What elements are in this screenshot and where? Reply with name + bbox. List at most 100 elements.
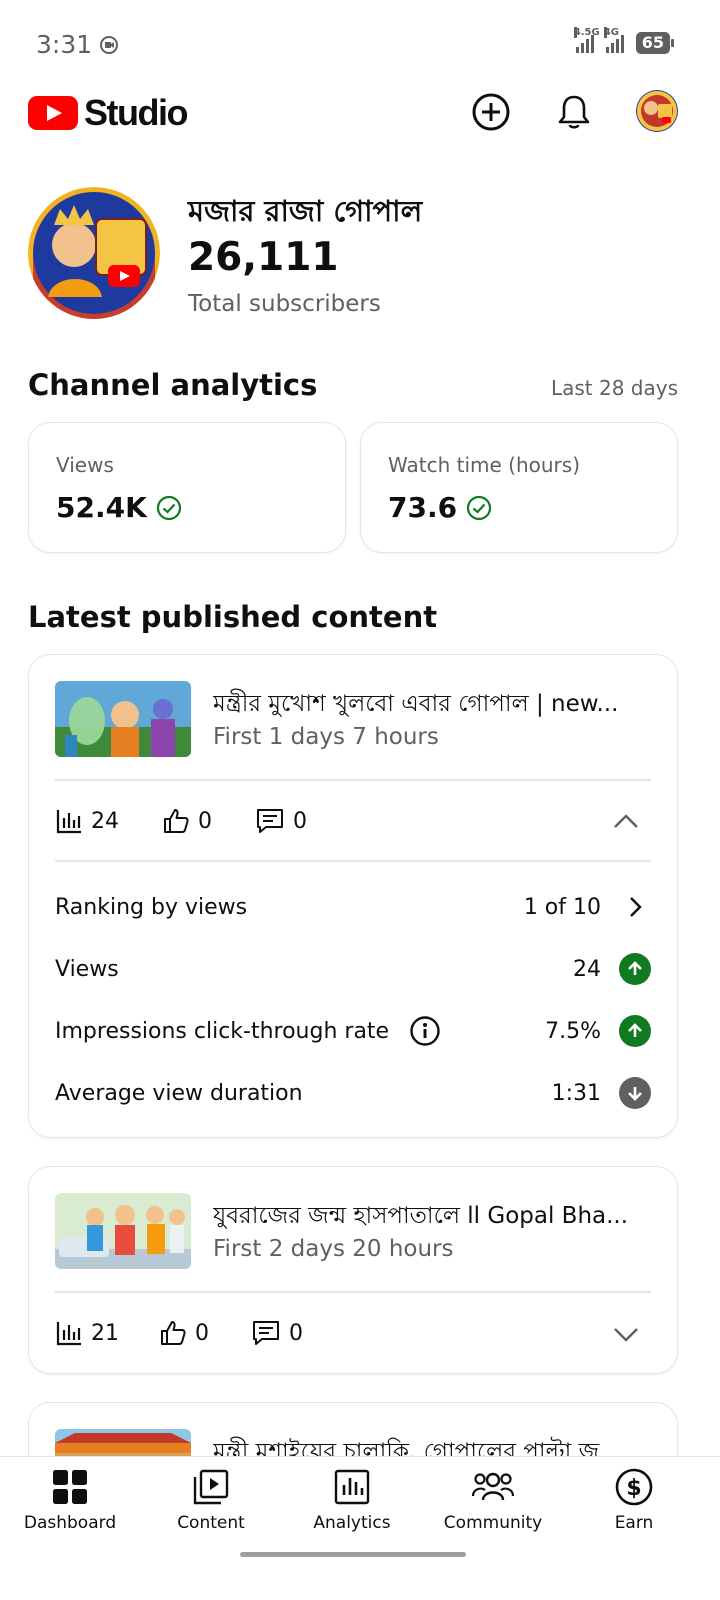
comments-count-2: 0 <box>289 1320 303 1346</box>
latest-content-title: Latest published content <box>28 600 438 634</box>
status-indicators: 4.5G 4G 65 <box>573 27 675 54</box>
channel-name: মজার রাজা গোপাল <box>188 194 423 228</box>
signal-icon-2: 4G <box>603 27 624 53</box>
nav-label: Content <box>177 1513 245 1533</box>
nav-analytics[interactable]: Analytics <box>282 1465 422 1533</box>
divider <box>55 779 651 781</box>
community-icon <box>471 1465 515 1509</box>
expand-button-2[interactable] <box>611 1319 641 1349</box>
nav-dashboard[interactable]: Dashboard <box>0 1465 140 1533</box>
nav-label: Analytics <box>313 1513 391 1533</box>
info-icon[interactable] <box>409 1015 441 1047</box>
status-bar: 3:31 4.5G 4G 65 <box>0 0 720 90</box>
chevron-down-icon <box>614 1328 638 1342</box>
views-row-value: 24 <box>573 956 601 982</box>
home-indicator[interactable] <box>240 1552 466 1557</box>
chevron-right-icon <box>630 897 642 917</box>
thumbs-up-icon <box>161 1321 186 1345</box>
studio-logo[interactable]: Studio <box>28 92 188 134</box>
screen-record-icon <box>100 35 119 54</box>
views-metric-value: 52.4K <box>56 491 183 524</box>
collapse-button-1[interactable] <box>611 807 641 837</box>
trend-up-icon <box>619 953 651 985</box>
earn-icon: $ <box>612 1465 656 1509</box>
video-thumbnail-image <box>55 681 191 757</box>
views-metric-card[interactable]: Views 52.4K <box>28 422 346 553</box>
check-circle-icon <box>466 495 492 520</box>
views-metric-label: Views <box>56 453 114 477</box>
channel-analytics-title: Channel analytics <box>28 368 318 402</box>
video-thumbnail-2[interactable] <box>55 1193 191 1269</box>
channel-avatar-image <box>28 187 160 319</box>
content-icon <box>189 1465 233 1509</box>
watch-time-metric-card[interactable]: Watch time (hours) 73.6 <box>360 422 678 553</box>
bar-chart-icon <box>56 810 81 834</box>
chevron-up-icon <box>614 814 638 828</box>
views-count-1: 24 <box>91 808 119 834</box>
content-card-1: মন্ত্রীর মুখোশ খুলবো এবার গোপাল | new...… <box>28 654 678 1138</box>
likes-stat-1: 0 <box>162 807 212 835</box>
likes-count-1: 0 <box>198 808 212 834</box>
nav-earn[interactable]: $ Earn <box>564 1465 704 1533</box>
clock-text: 3:31 <box>36 30 93 59</box>
views-row-label: Views <box>55 956 119 982</box>
watch-time-metric-number: 73.6 <box>388 491 458 524</box>
likes-count-2: 0 <box>195 1320 209 1346</box>
ranking-row[interactable]: Ranking by views 1 of 10 <box>55 887 651 927</box>
subscriber-label: Total subscribers <box>188 291 381 317</box>
channel-header: মজার রাজা গোপাল 26,111 Total subscribers <box>28 187 692 327</box>
video-age-2: First 2 days 20 hours <box>213 1236 454 1262</box>
views-count-2: 21 <box>91 1320 119 1346</box>
add-circle-icon <box>472 93 510 131</box>
views-row: Views 24 <box>55 949 651 989</box>
avd-row-value: 1:31 <box>551 1080 601 1106</box>
watch-time-metric-label: Watch time (hours) <box>388 453 581 477</box>
account-avatar[interactable] <box>636 90 678 132</box>
video-title-2[interactable]: যুবরাজের জন্ম হাসপাতালে ll Gopal Bha... <box>213 1197 665 1236</box>
avd-row-label: Average view duration <box>55 1080 303 1106</box>
divider <box>55 860 651 862</box>
nav-label: Community <box>443 1513 543 1533</box>
youtube-logo-icon <box>28 96 78 130</box>
ranking-value: 1 of 10 <box>523 894 601 920</box>
channel-avatar-image <box>636 90 678 132</box>
nav-label: Earn <box>614 1513 654 1533</box>
brand-text: Studio <box>84 92 188 133</box>
views-metric-number: 52.4K <box>56 491 147 524</box>
views-stat-1: 24 <box>55 807 119 835</box>
thumbs-up-icon <box>164 809 189 833</box>
bell-icon <box>558 95 590 129</box>
ctr-row: Impressions click-through rate 7.5% <box>55 1011 651 1051</box>
video-thumbnail-1[interactable] <box>55 681 191 757</box>
signal-icon-1: 4.5G <box>573 27 600 53</box>
video-age-1: First 1 days 7 hours <box>213 724 439 750</box>
dashboard-icon <box>48 1465 92 1509</box>
avd-row: Average view duration 1:31 <box>55 1073 651 1113</box>
network-type-1: 4.5G <box>573 27 600 38</box>
channel-avatar[interactable] <box>28 187 160 319</box>
comment-icon <box>257 809 283 833</box>
status-time: 3:31 <box>36 30 120 59</box>
views-stat-2: 21 <box>55 1319 119 1347</box>
check-circle-icon <box>156 495 181 520</box>
ctr-row-value: 7.5% <box>545 1018 601 1044</box>
ranking-label: Ranking by views <box>55 894 248 920</box>
ctr-row-label: Impressions click-through rate <box>55 1018 390 1044</box>
watch-time-metric-value: 73.6 <box>388 491 493 524</box>
comments-count-1: 0 <box>293 808 307 834</box>
content-card-2: যুবরাজের জন্ম হাসপাতালে ll Gopal Bha... … <box>28 1166 678 1374</box>
nav-community[interactable]: Community <box>423 1465 563 1533</box>
date-range: Last 28 days <box>550 376 678 400</box>
video-thumbnail-image <box>55 1193 191 1269</box>
battery-icon: 65 <box>635 32 675 54</box>
comments-stat-2: 0 <box>251 1319 303 1347</box>
top-app-bar: Studio <box>0 82 720 142</box>
create-button[interactable] <box>469 90 513 134</box>
network-type-2: 4G <box>603 27 619 38</box>
svg-text:$: $ <box>626 1476 641 1501</box>
nav-content[interactable]: Content <box>141 1465 281 1533</box>
bottom-navigation: Dashboard Content Analytics Community $ … <box>0 1456 720 1600</box>
likes-stat-2: 0 <box>159 1319 209 1347</box>
video-title-1[interactable]: মন্ত্রীর মুখোশ খুলবো এবার গোপাল | new... <box>213 685 665 724</box>
notifications-button[interactable] <box>552 90 596 134</box>
